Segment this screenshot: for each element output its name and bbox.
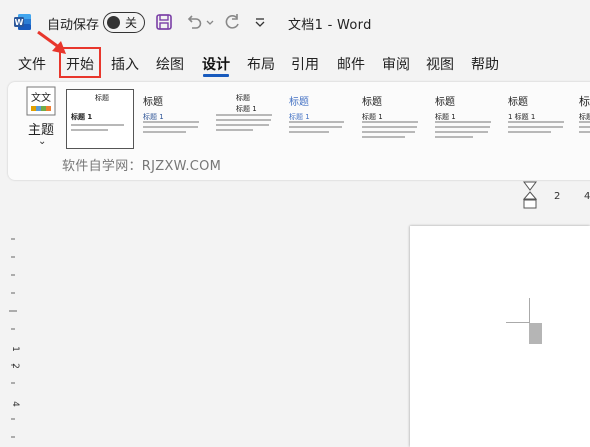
tab-draw[interactable]: 绘图 bbox=[156, 54, 184, 74]
ruler-mark: 2 bbox=[10, 363, 20, 369]
tab-view[interactable]: 视图 bbox=[426, 54, 454, 74]
toggle-knob bbox=[107, 16, 120, 29]
tab-file[interactable]: 文件 bbox=[18, 54, 46, 74]
horizontal-ruler[interactable] bbox=[0, 187, 590, 209]
autosave-state: 关 bbox=[125, 16, 138, 30]
style-title: 标题 bbox=[236, 94, 250, 102]
ruler-mark: 1 bbox=[10, 346, 20, 352]
tab-mailings[interactable]: 邮件 bbox=[337, 54, 365, 74]
save-icon[interactable] bbox=[154, 12, 174, 32]
tab-review[interactable]: 审阅 bbox=[382, 54, 410, 74]
style-title: 标题 bbox=[95, 94, 109, 102]
style-title: 标题 bbox=[362, 97, 382, 108]
style-thumbnail[interactable]: 标题 1 标题 1 bbox=[504, 90, 572, 148]
watermark-text: 软件自学网：RJZXW.COM bbox=[62, 159, 222, 174]
style-thumbnail[interactable]: 标题 标题 1 bbox=[139, 90, 207, 148]
tab-help[interactable]: 帮助 bbox=[471, 54, 499, 74]
style-thumbnail[interactable]: 标题 标题 1 bbox=[358, 90, 426, 148]
style-title: 标题 bbox=[289, 97, 309, 108]
style-heading: 标题 1 bbox=[236, 105, 257, 113]
ruler-mark: 2 bbox=[554, 191, 561, 202]
style-thumbnail[interactable]: 标题 标题 1 bbox=[431, 90, 499, 148]
customize-toolbar-icon[interactable] bbox=[252, 12, 268, 32]
title-bar: W 自动保存 关 文档1 - Word bbox=[0, 0, 590, 46]
undo-icon[interactable] bbox=[184, 12, 204, 32]
indent-marker-icon[interactable] bbox=[523, 180, 537, 210]
style-thumbnail[interactable]: 标题 标题 1 bbox=[66, 89, 134, 149]
chevron-down-icon[interactable]: ⌄ bbox=[38, 136, 46, 147]
style-thumbnail[interactable]: 标题 标题 1 bbox=[285, 90, 353, 148]
margin-guide bbox=[529, 298, 530, 323]
svg-text:W: W bbox=[15, 18, 24, 27]
redo-icon[interactable] bbox=[222, 12, 242, 32]
document-format-gallery: 标题 标题 1 标题 标题 1 标题 标题 1 标题 标题 1 标题 标题 1 … bbox=[66, 89, 590, 152]
style-title: 标题 bbox=[579, 95, 590, 108]
style-thumbnail[interactable]: 标题 标题 1 bbox=[575, 90, 590, 148]
theme-icon-text: 文文 bbox=[31, 91, 51, 104]
active-tab-indicator bbox=[203, 74, 229, 77]
text-cursor bbox=[529, 323, 542, 344]
style-title: 标题 bbox=[143, 97, 163, 108]
undo-dropdown-icon[interactable] bbox=[205, 12, 215, 32]
tab-design[interactable]: 设计 bbox=[202, 54, 230, 74]
style-title: 标题 bbox=[435, 97, 455, 108]
tab-insert[interactable]: 插入 bbox=[111, 54, 139, 74]
margin-guide bbox=[506, 322, 530, 323]
tab-layout[interactable]: 布局 bbox=[247, 54, 275, 74]
theme-icon[interactable]: 文文 bbox=[26, 86, 56, 116]
style-thumbnail[interactable]: 标题 标题 1 bbox=[212, 90, 280, 148]
style-heading: 标题 1 bbox=[71, 113, 93, 121]
vertical-ruler[interactable]: 1 2 4 bbox=[0, 209, 22, 447]
style-title: 标题 bbox=[508, 97, 528, 108]
ruler-mark: 4 bbox=[10, 401, 20, 407]
autosave-toggle[interactable]: 关 bbox=[103, 12, 145, 33]
document-title: 文档1 - Word bbox=[288, 18, 372, 33]
document-page[interactable] bbox=[410, 226, 590, 447]
word-logo-icon: W bbox=[14, 14, 31, 30]
tab-references[interactable]: 引用 bbox=[291, 54, 319, 74]
ribbon-tabs: 文件 开始 插入 绘图 设计 布局 引用 邮件 审阅 视图 帮助 bbox=[0, 50, 590, 78]
ribbon-panel: 文文 主题 ⌄ 标题 标题 1 标题 标题 1 标题 标题 1 标题 标题 1 … bbox=[8, 82, 590, 180]
tab-home[interactable]: 开始 bbox=[66, 54, 94, 74]
ruler-mark: 4 bbox=[584, 191, 590, 202]
